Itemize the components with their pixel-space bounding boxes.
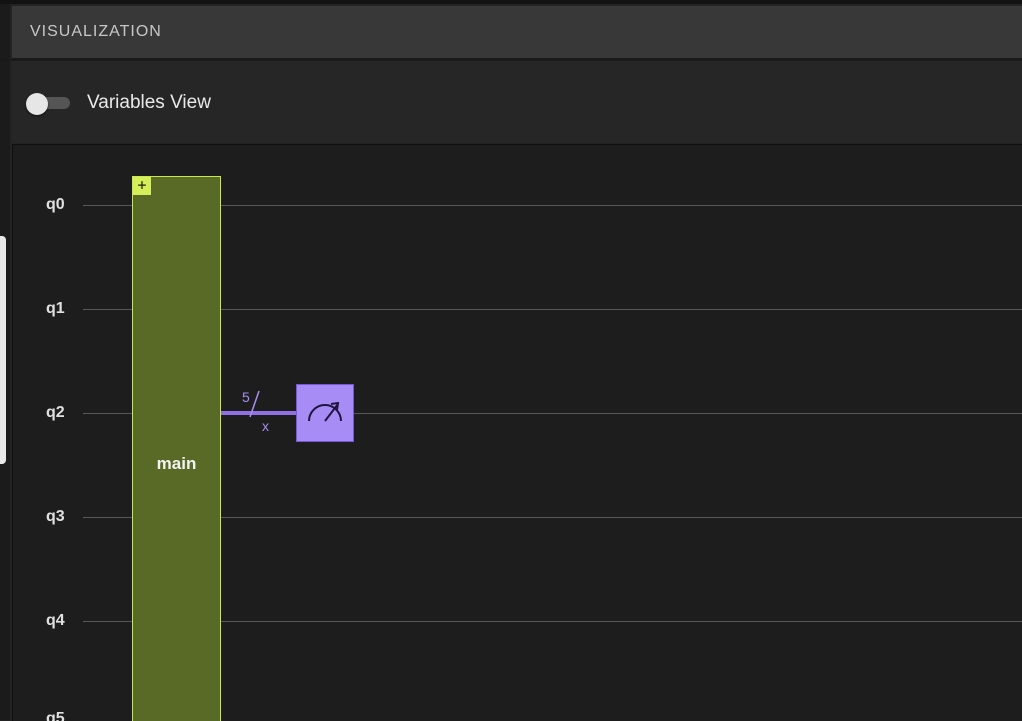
- qubit-label-q3: q3: [46, 508, 65, 525]
- main-operation-label: main: [156, 454, 197, 473]
- expand-main-button[interactable]: +: [133, 177, 151, 195]
- header-title: VISUALIZATION: [30, 23, 162, 40]
- main-operation-block[interactable]: + main: [132, 176, 221, 721]
- register-name-label: x: [262, 418, 269, 434]
- qubit-label-q2: q2: [46, 404, 65, 421]
- visualization-header: VISUALIZATION: [12, 6, 1022, 59]
- visualization-toolbar: Variables View: [12, 61, 1022, 143]
- qubit-label-q1: q1: [46, 300, 65, 317]
- measurement-meter-icon: [308, 401, 342, 422]
- register-connector-line: [221, 411, 301, 415]
- qubit-wire-q1: [83, 309, 1022, 310]
- qubit-wire-q4: [83, 621, 1022, 622]
- qubit-wire-q0: [83, 205, 1022, 206]
- circuit-canvas[interactable]: q0 q1 q2 q3 q4 q5 5 x + main: [12, 144, 1022, 721]
- left-panel-edge: [0, 236, 6, 464]
- qubit-wire-q3: [83, 517, 1022, 518]
- qubit-label-q5: q5: [46, 710, 65, 721]
- qubit-label-q4: q4: [46, 612, 65, 629]
- variables-view-label: Variables View: [87, 92, 211, 113]
- register-slash-icon: [249, 390, 260, 418]
- variables-view-toggle[interactable]: [26, 93, 70, 115]
- qubit-label-q0: q0: [46, 196, 65, 213]
- toggle-knob[interactable]: [26, 93, 48, 115]
- window-top-border: [0, 0, 1022, 4]
- measure-gate[interactable]: [296, 384, 354, 442]
